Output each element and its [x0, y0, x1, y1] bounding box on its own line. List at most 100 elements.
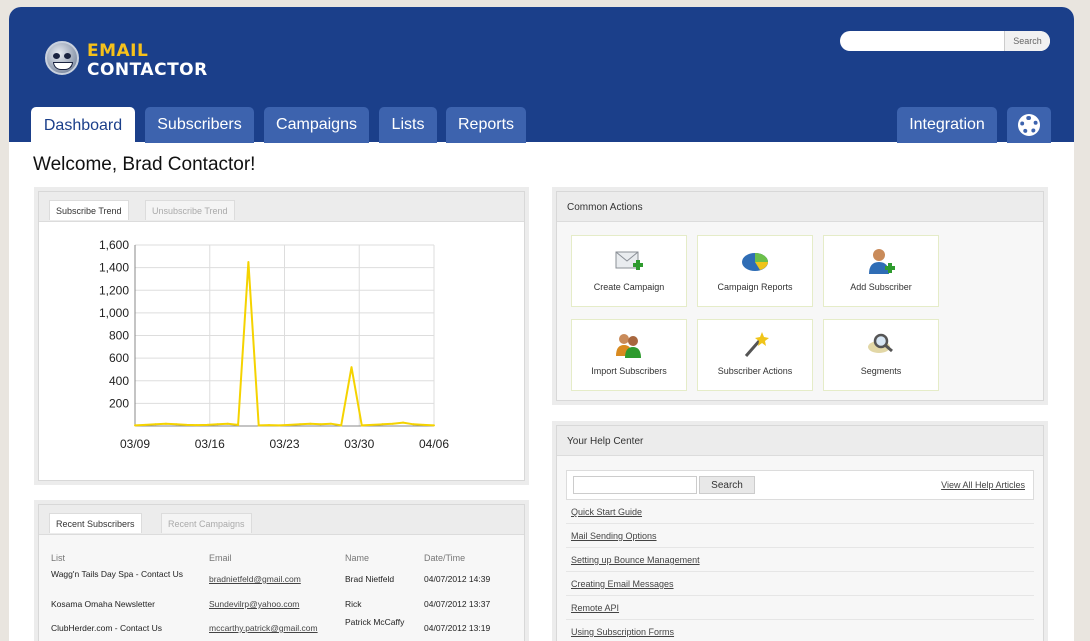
header-search-button[interactable]: Search	[1004, 31, 1050, 51]
tab-recent-campaigns[interactable]: Recent Campaigns	[161, 513, 252, 533]
campaign-reports-label: Campaign Reports	[717, 282, 793, 292]
segments-button[interactable]: Segments	[823, 319, 939, 391]
recent-panel: Recent Subscribers Recent Campaigns List…	[38, 504, 525, 641]
header-search-input[interactable]	[844, 33, 1004, 49]
help-link-email-messages[interactable]: Creating Email Messages	[571, 579, 674, 589]
y-tick-label: 200	[109, 396, 129, 410]
add-subscriber-button[interactable]: Add Subscriber	[823, 235, 939, 307]
header-search: Search	[840, 31, 1050, 51]
data-point	[206, 423, 209, 426]
logo[interactable]: EMAIL CONTACTOR	[45, 37, 225, 87]
data-point	[298, 423, 301, 426]
data-point	[237, 423, 240, 426]
data-point	[360, 424, 363, 427]
cell-datetime: 04/07/2012 13:19	[424, 623, 491, 633]
tab-unsubscribe-trend[interactable]: Unsubscribe Trend	[145, 200, 235, 220]
column-header-name: Name	[345, 553, 370, 563]
trend-panel-header: Subscribe Trend Unsubscribe Trend	[39, 192, 524, 222]
data-point	[381, 423, 384, 426]
app-window: EMAIL CONTACTOR Search Dashboard Subscri…	[9, 7, 1074, 641]
cell-name: Rick	[345, 599, 362, 609]
data-point	[257, 424, 260, 427]
create-campaign-button[interactable]: Create Campaign	[571, 235, 687, 307]
import-subscribers-button[interactable]: Import Subscribers	[571, 319, 687, 391]
recent-panel-header: Recent Subscribers Recent Campaigns	[39, 505, 524, 535]
cell-datetime: 04/07/2012 13:37	[424, 599, 491, 609]
cell-email[interactable]: Sundevilrp@yahoo.com	[209, 599, 299, 610]
create-campaign-label: Create Campaign	[593, 282, 665, 292]
x-tick-label: 03/16	[195, 437, 225, 451]
pie-chart-icon	[742, 253, 768, 271]
gear-icon	[1020, 116, 1038, 134]
tab-lists[interactable]: Lists	[379, 107, 437, 143]
divider	[566, 595, 1034, 596]
y-tick-label: 600	[109, 351, 129, 365]
common-actions-panel: Common Actions Create Campaign Campaign …	[556, 191, 1044, 401]
y-tick-label: 800	[109, 329, 129, 343]
logo-text-line1: EMAIL	[87, 41, 149, 61]
data-point	[402, 421, 405, 424]
subscriber-actions-label: Subscriber Actions	[717, 366, 793, 376]
subscribe-trend-chart: 200 400 600 800 1,000 1,200 1,400 1,600 03/09 03/…	[99, 238, 449, 451]
welcome-heading: Welcome, Brad Contactor!	[33, 154, 256, 175]
divider	[566, 619, 1034, 620]
help-link-subscription-forms[interactable]: Using Subscription Forms	[571, 627, 674, 637]
help-center-title: Your Help Center	[567, 436, 644, 447]
trend-chart-area: 200 400 600 800 1,000 1,200 1,400 1,600 03/09 03/…	[39, 222, 524, 480]
tab-subscribe-trend[interactable]: Subscribe Trend	[49, 200, 129, 220]
subscriber-actions-button[interactable]: Subscriber Actions	[697, 319, 813, 391]
data-point	[175, 423, 178, 426]
y-tick-label: 1,000	[99, 306, 129, 320]
tab-integration[interactable]: Integration	[897, 107, 997, 143]
data-point	[319, 423, 322, 426]
data-point	[185, 423, 188, 426]
cell-list: Kosama Omaha Newsletter	[51, 599, 155, 609]
tab-recent-subscribers[interactable]: Recent Subscribers	[49, 513, 142, 533]
tab-campaigns[interactable]: Campaigns	[264, 107, 369, 143]
y-tick-label: 1,600	[99, 238, 129, 252]
common-actions-header: Common Actions	[557, 192, 1043, 222]
help-link-mail-sending[interactable]: Mail Sending Options	[571, 531, 657, 541]
view-all-help-link[interactable]: View All Help Articles	[941, 480, 1025, 490]
data-point	[278, 424, 281, 427]
magic-wand-icon	[744, 332, 769, 357]
segments-label: Segments	[860, 366, 902, 376]
help-link-bounce-management[interactable]: Setting up Bounce Management	[571, 555, 700, 565]
data-point	[247, 260, 250, 263]
data-point	[226, 422, 229, 425]
data-point	[144, 423, 147, 426]
cell-email[interactable]: bradnietfeld@gmail.com	[209, 574, 301, 585]
x-tick-label: 03/23	[269, 437, 299, 451]
data-point	[350, 366, 353, 369]
data-point	[288, 423, 291, 426]
help-search-button[interactable]: Search	[699, 476, 755, 494]
import-subscribers-label: Import Subscribers	[591, 366, 667, 376]
data-point	[433, 424, 435, 427]
data-point	[134, 424, 136, 427]
tab-dashboard[interactable]: Dashboard	[31, 107, 135, 144]
data-point	[329, 422, 332, 425]
campaign-reports-button[interactable]: Campaign Reports	[697, 235, 813, 307]
add-subscriber-label: Add Subscriber	[850, 282, 912, 292]
column-header-list: List	[51, 553, 66, 563]
tab-subscribers[interactable]: Subscribers	[145, 107, 254, 143]
y-tick-label: 1,200	[99, 283, 129, 297]
help-link-quick-start[interactable]: Quick Start Guide	[571, 507, 642, 517]
cell-list: Wagg'n Tails Day Spa - Contact Us	[51, 569, 184, 579]
trend-panel: Subscribe Trend Unsubscribe Trend 200 400…	[38, 191, 525, 481]
logo-face-icon	[45, 41, 79, 75]
tab-reports[interactable]: Reports	[446, 107, 526, 143]
help-search-input[interactable]	[573, 476, 697, 494]
data-point	[309, 422, 312, 425]
cell-list: ClubHerder.com - Contact Us	[51, 623, 163, 633]
settings-tab[interactable]	[1007, 107, 1051, 143]
logo-text-line2: CONTACTOR	[87, 60, 208, 80]
help-link-remote-api[interactable]: Remote API	[571, 603, 619, 613]
data-point	[216, 423, 219, 426]
cell-email[interactable]: mccarthy.patrick@gmail.com	[209, 623, 318, 634]
y-tick-label: 1,400	[99, 261, 129, 275]
cell-name: Brad Nietfeld	[345, 574, 395, 584]
data-point	[371, 423, 374, 426]
data-point	[412, 423, 415, 426]
data-point	[340, 424, 343, 427]
